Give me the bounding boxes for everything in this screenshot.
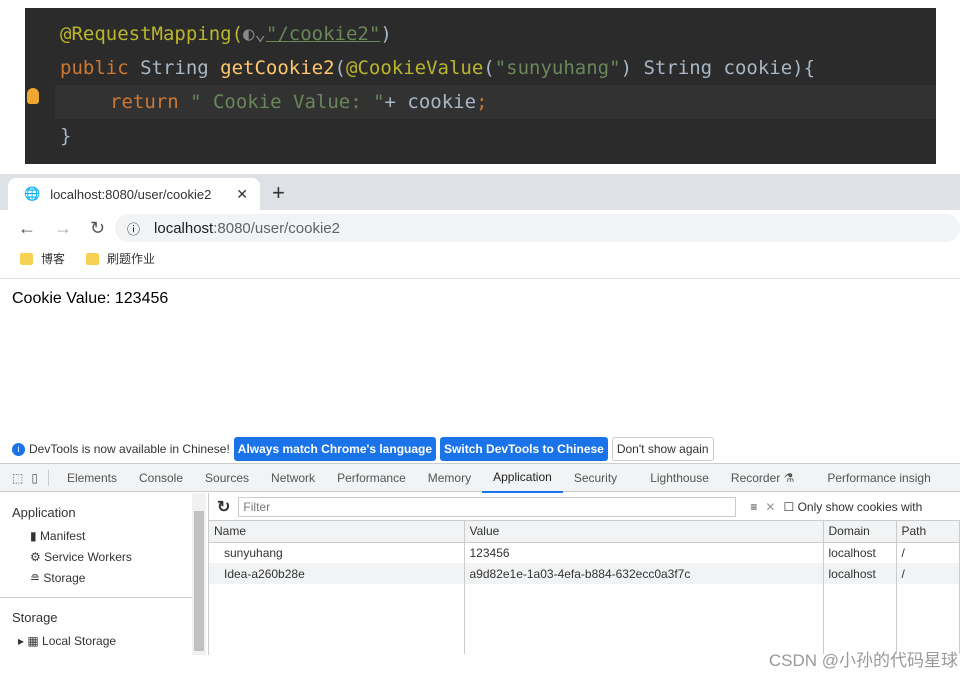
language-infobar: i DevTools is now available in Chinese! … — [0, 435, 960, 463]
tab-performance[interactable]: Performance — [326, 464, 417, 492]
devtools: i DevTools is now available in Chinese! … — [0, 435, 960, 655]
watermark: CSDN @小孙的代码星球 — [768, 651, 958, 670]
bookmark-2[interactable]: 刷题作业 — [86, 250, 155, 267]
tab-performance-insights[interactable]: Performance insigh — [805, 464, 941, 492]
refresh-icon[interactable]: ↻ — [217, 497, 230, 517]
tab-lighthouse[interactable]: Lighthouse — [628, 464, 720, 492]
tab-network[interactable]: Network — [260, 464, 326, 492]
code-line-1: @RequestMapping(◐⌄"/cookie2") — [60, 23, 392, 45]
application-sidebar: Application ▮ Manifest ⚙ Service Workers… — [0, 493, 192, 655]
sidebar-item-local-storage[interactable]: ▸ ▦ Local Storage — [18, 634, 116, 648]
code-line-4: } — [60, 125, 72, 147]
divider — [0, 278, 960, 279]
close-tab-icon[interactable]: ✕ — [236, 186, 248, 203]
switch-chinese-button[interactable]: Switch DevTools to Chinese — [440, 437, 608, 461]
new-tab-button[interactable]: + — [272, 180, 285, 206]
tab-recorder[interactable]: Recorder ⚗ — [720, 464, 805, 492]
tab-memory[interactable]: Memory — [417, 464, 482, 492]
bookmark-1[interactable]: 博客 — [20, 250, 65, 267]
tab-application[interactable]: Application — [482, 463, 563, 493]
globe-icon: 🌐 — [24, 186, 41, 201]
tab-sources[interactable]: Sources — [194, 464, 260, 492]
dont-show-button[interactable]: Don't show again — [611, 437, 714, 461]
forward-icon[interactable]: → — [54, 218, 72, 239]
clear-filtered-icon[interactable]: ≡ — [750, 500, 757, 514]
sidebar-item-manifest[interactable]: ▮ Manifest — [30, 529, 85, 543]
table-row[interactable]: sunyuhang 123456 localhost / — [209, 542, 960, 563]
browser-tab-strip: 🌐 localhost:8080/user/cookie2 ✕ + — [0, 174, 960, 210]
tab-elements[interactable]: Elements — [49, 464, 128, 492]
inspect-icon[interactable]: ⬚ — [0, 464, 27, 492]
tab-console[interactable]: Console — [128, 464, 194, 492]
sidebar-item-storage[interactable]: ≘ Storage — [30, 571, 85, 585]
delete-icon[interactable]: ✕ — [765, 500, 775, 514]
devtools-tabbar: ⬚ ▯ Elements Console Sources Network Per… — [0, 463, 960, 493]
device-toolbar-icon[interactable]: ▯ — [27, 469, 49, 486]
address-bar-row: ← → ↻ ⓘ localhost:8080/user/cookie2 — [0, 210, 960, 246]
only-show-checkbox[interactable]: ☐ Only show cookies with — [783, 500, 922, 514]
filter-input[interactable]: Filter — [238, 496, 737, 517]
always-match-button[interactable]: Always match Chrome's language — [233, 437, 437, 461]
browser-tab[interactable]: 🌐 localhost:8080/user/cookie2 ✕ — [8, 178, 260, 210]
code-editor: @RequestMapping(◐⌄"/cookie2") public Str… — [25, 8, 936, 164]
sidebar-scrollbar[interactable] — [192, 493, 206, 655]
reload-icon[interactable]: ↻ — [90, 218, 105, 239]
url-input[interactable]: ⓘ localhost:8080/user/cookie2 — [115, 214, 960, 242]
code-line-3: return " Cookie Value: "+ cookie; — [110, 91, 488, 113]
divider — [0, 597, 192, 598]
sidebar-item-service-workers[interactable]: ⚙ Service Workers — [30, 550, 132, 564]
folder-icon — [20, 252, 33, 265]
info-icon: i — [12, 442, 25, 456]
table-row[interactable]: Idea-a260b28e a9d82e1e-1a03-4efa-b884-632… — [209, 563, 960, 584]
folder-icon — [86, 252, 99, 265]
tab-security[interactable]: Security — [563, 464, 628, 492]
page-text: Cookie Value: 123456 — [12, 290, 169, 307]
code-line-2: public String getCookie2(@CookieValue("s… — [60, 57, 816, 79]
info-icon[interactable]: ⓘ — [127, 219, 140, 238]
lightbulb-icon[interactable] — [27, 88, 39, 104]
globe-icon[interactable]: ◐⌄ — [243, 23, 266, 45]
back-icon[interactable]: ← — [18, 218, 36, 239]
cookies-table: Name Value Domain Path sunyuhang 123456 local… — [209, 521, 960, 654]
cookies-panel: ↻ Filter ≡ ✕ ☐ Only show cookies with Na… — [208, 493, 960, 655]
